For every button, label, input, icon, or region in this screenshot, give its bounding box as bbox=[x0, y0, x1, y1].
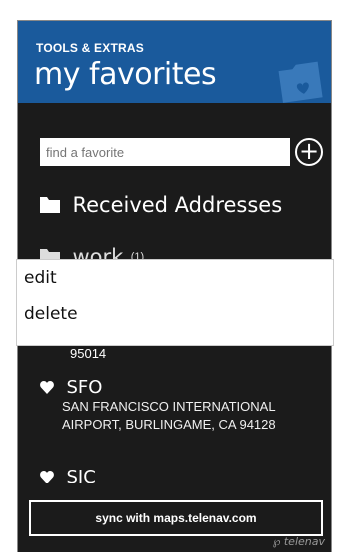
app-subtitle: TOOLS & EXTRAS bbox=[36, 41, 144, 55]
favorite-name: SJC bbox=[66, 467, 96, 483]
telenav-logo-icon: ℘ bbox=[272, 535, 281, 548]
context-menu: edit delete bbox=[17, 260, 333, 345]
app-header: TOOLS & EXTRAS my favorites bbox=[18, 21, 331, 103]
partial-address: 95014 bbox=[70, 346, 107, 361]
favorites-folder-decoration-icon bbox=[278, 61, 323, 103]
sync-button[interactable]: sync with maps.telenav.com bbox=[29, 500, 323, 536]
favorite-item-sfo[interactable]: SFO SAN FRANCISCO INTERNATIONAL AIRPORT,… bbox=[40, 377, 276, 434]
brand-logo: ℘ telenav bbox=[273, 535, 325, 548]
search-row: + bbox=[40, 138, 323, 170]
brand-text: telenav bbox=[283, 535, 325, 548]
search-input[interactable] bbox=[40, 138, 290, 166]
add-favorite-button[interactable]: + bbox=[295, 138, 323, 166]
favorite-name: SFO bbox=[66, 377, 103, 398]
favorite-item-sjc[interactable]: SJC bbox=[40, 467, 96, 483]
plus-icon: + bbox=[298, 137, 320, 165]
folder-label: Received Addresses bbox=[72, 193, 283, 217]
menu-item-delete[interactable]: delete bbox=[17, 296, 333, 332]
menu-item-edit[interactable]: edit bbox=[17, 260, 333, 296]
folder-item-received-addresses[interactable]: Received Addresses bbox=[40, 193, 282, 217]
favorite-address-line2: AIRPORT, BURLINGAME, CA 94128 bbox=[62, 417, 276, 432]
folder-icon bbox=[40, 197, 60, 213]
page-title: my favorites bbox=[34, 57, 217, 92]
heart-icon bbox=[40, 471, 54, 483]
favorite-address-line1: SAN FRANCISCO INTERNATIONAL bbox=[62, 399, 276, 414]
heart-icon bbox=[40, 381, 54, 394]
